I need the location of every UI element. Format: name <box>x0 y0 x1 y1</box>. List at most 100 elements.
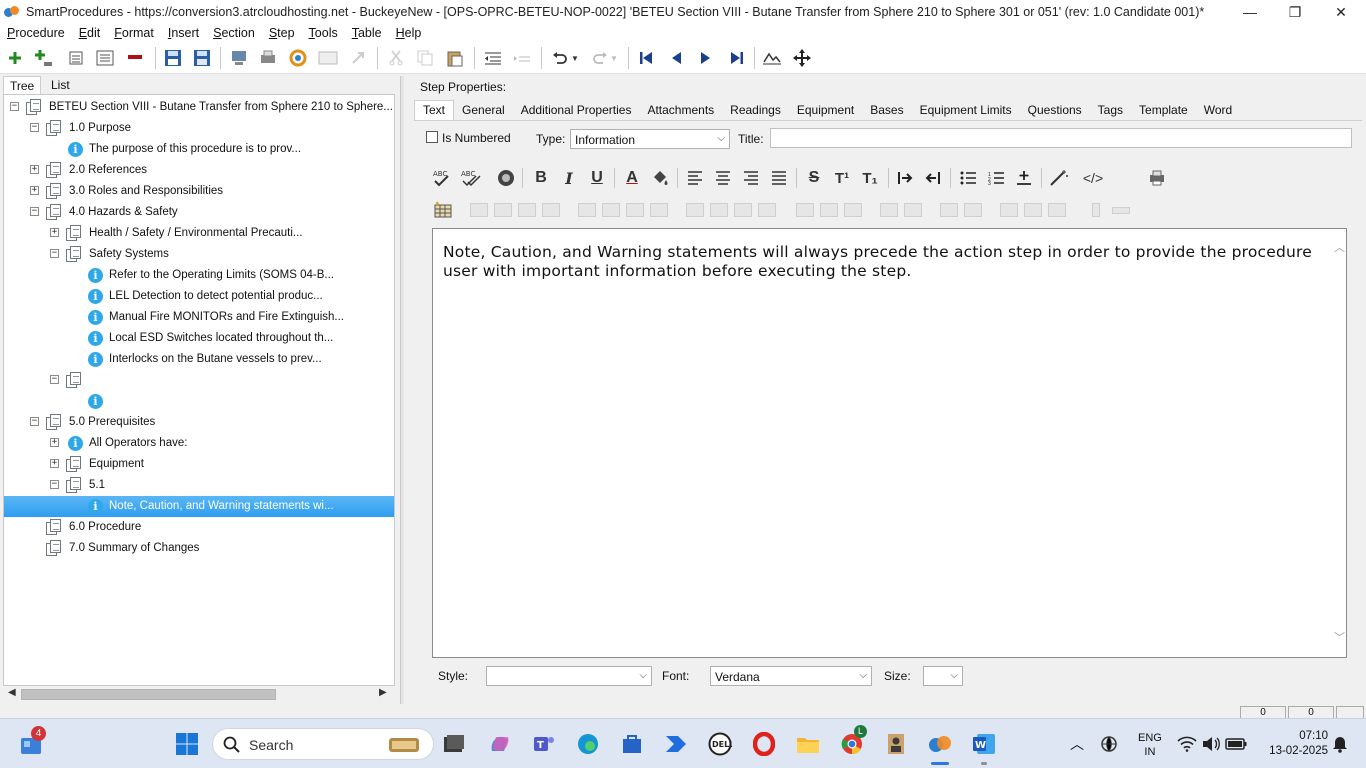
font-select[interactable]: Verdana ⌵ <box>710 666 872 686</box>
scroll-down-icon[interactable]: ﹀ <box>1334 629 1345 645</box>
title-input[interactable] <box>770 128 1352 148</box>
subscript-button[interactable]: T₁ <box>859 167 881 189</box>
language-indicator[interactable]: ENG IN <box>1138 731 1162 759</box>
show-hidden-icons-button[interactable]: ︿ <box>1067 731 1087 757</box>
clock[interactable]: 07:10 13-02-2025 <box>1254 729 1328 759</box>
tree-node[interactable]: − BETEU Section VIII - Butane Transfer f… <box>4 97 394 118</box>
start-button[interactable] <box>174 731 200 757</box>
menu-edit[interactable]: Edit <box>72 26 108 40</box>
menu-step[interactable]: Step <box>262 26 302 40</box>
taskbar-app-store[interactable] <box>619 731 645 757</box>
taskbar-app-copilot[interactable] <box>487 731 513 757</box>
taskbar-app-powerautomate[interactable] <box>663 731 689 757</box>
save-button[interactable] <box>192 48 212 68</box>
paste-button[interactable] <box>445 48 465 68</box>
tree-node[interactable]: + Equipment <box>4 454 394 475</box>
notifications-button[interactable] <box>1330 731 1350 757</box>
taskbar-app-smartprocedures[interactable] <box>927 731 953 765</box>
export-button[interactable] <box>229 48 249 68</box>
first-step-button[interactable] <box>636 48 656 68</box>
add-step-button[interactable] <box>5 48 25 68</box>
tree-node[interactable]: + i All Operators have: <box>4 433 394 454</box>
tab-general[interactable]: General <box>454 100 513 120</box>
outline-button[interactable] <box>95 48 115 68</box>
taskbar-app-edge[interactable] <box>575 731 601 757</box>
taskbar-app-terminal[interactable] <box>441 731 467 757</box>
tree-node[interactable]: − 5.1 <box>4 475 394 496</box>
tree-node[interactable]: 6.0 Procedure <box>4 517 394 538</box>
tree-node[interactable]: i The purpose of this procedure is to pr… <box>4 139 394 160</box>
reader-button[interactable] <box>762 48 782 68</box>
scroll-left-icon[interactable]: ◀ <box>8 687 16 698</box>
step-text-editor[interactable]: Note, Caution, and Warning statements wi… <box>432 228 1347 658</box>
taskbar-app-teams[interactable]: T <box>531 731 557 757</box>
tree-node[interactable]: − <box>4 370 394 391</box>
undo-button[interactable] <box>550 48 570 68</box>
strikethrough-button[interactable]: S <box>803 167 825 189</box>
tab-readings[interactable]: Readings <box>722 100 789 120</box>
highlight-button[interactable] <box>649 167 671 189</box>
numbered-list-button[interactable]: 123 <box>985 167 1007 189</box>
collapse-icon[interactable]: − <box>10 102 19 111</box>
align-right-button[interactable] <box>740 167 762 189</box>
collapse-icon[interactable]: − <box>50 480 59 489</box>
magic-format-button[interactable] <box>1048 167 1070 189</box>
copy-button[interactable] <box>415 48 435 68</box>
menu-tools[interactable]: Tools <box>302 26 345 40</box>
menu-help[interactable]: Help <box>389 26 429 40</box>
bullet-list-button[interactable] <box>957 167 979 189</box>
print-text-button[interactable] <box>1146 167 1168 189</box>
wifi-button[interactable] <box>1176 731 1198 757</box>
restore-button[interactable]: ❐ <box>1272 0 1318 24</box>
close-button[interactable]: ✕ <box>1318 0 1364 24</box>
taskbar-app-word[interactable]: W <box>971 731 997 765</box>
underline-button[interactable]: U <box>586 167 608 189</box>
collapse-icon[interactable]: − <box>50 375 59 384</box>
tree-node[interactable]: i Refer to the Operating Limits (SOMS 04… <box>4 265 394 286</box>
align-left-button[interactable] <box>684 167 706 189</box>
align-center-button[interactable] <box>712 167 734 189</box>
procedure-tree[interactable]: − BETEU Section VIII - Butane Transfer f… <box>3 94 395 686</box>
expand-icon[interactable]: + <box>50 228 59 237</box>
taskbar-app-chrome[interactable]: L <box>839 725 867 757</box>
battery-button[interactable] <box>1224 731 1248 757</box>
tab-template[interactable]: Template <box>1131 100 1196 120</box>
tree-node[interactable]: + 3.0 Roles and Responsibilities <box>4 181 394 202</box>
expand-icon[interactable]: + <box>50 459 59 468</box>
scrollbar-thumb[interactable] <box>21 689 276 700</box>
tree-node[interactable]: i LEL Detection to detect potential prod… <box>4 286 394 307</box>
taskbar-app-opera[interactable] <box>751 731 777 757</box>
cut-button[interactable] <box>386 48 406 68</box>
tree-node[interactable]: − Safety Systems <box>4 244 394 265</box>
taskbar-app-dell[interactable]: DELL <box>707 731 733 757</box>
taskbar-app-remote[interactable] <box>883 731 909 757</box>
html-source-button[interactable]: </> <box>1082 167 1104 189</box>
menu-format[interactable]: Format <box>107 26 161 40</box>
print-button[interactable] <box>258 48 278 68</box>
justify-button[interactable] <box>768 167 790 189</box>
tree-node[interactable]: − 1.0 Purpose <box>4 118 394 139</box>
tab-questions[interactable]: Questions <box>1020 100 1090 120</box>
tree-node[interactable]: − 5.0 Prerequisites <box>4 412 394 433</box>
volume-button[interactable] <box>1200 731 1222 757</box>
tab-word[interactable]: Word <box>1196 100 1240 120</box>
decrease-indent-button[interactable] <box>922 167 944 189</box>
tree-horizontal-scrollbar[interactable]: ◀ ▶ <box>3 686 395 703</box>
italic-button[interactable]: I <box>558 167 580 189</box>
tab-equipment-limits[interactable]: Equipment Limits <box>912 100 1020 120</box>
tab-bases[interactable]: Bases <box>862 100 911 120</box>
tab-additional-properties[interactable]: Additional Properties <box>513 100 640 120</box>
undo-dropdown[interactable]: ▼ <box>568 48 582 68</box>
indent-button[interactable] <box>512 48 532 68</box>
tree-node[interactable]: 7.0 Summary of Changes <box>4 538 394 559</box>
tab-equipment[interactable]: Equipment <box>789 100 862 120</box>
tree-node-selected[interactable]: i Note, Caution, and Warning statements … <box>4 496 394 517</box>
tree-node[interactable]: i <box>4 391 394 412</box>
indent-list-button[interactable] <box>66 48 86 68</box>
tab-tags[interactable]: Tags <box>1090 100 1131 120</box>
tree-node[interactable]: + Health / Safety / Environmental Precau… <box>4 223 394 244</box>
menu-section[interactable]: Section <box>206 26 262 40</box>
next-step-button[interactable] <box>696 48 716 68</box>
form-button[interactable] <box>318 48 338 68</box>
expand-icon[interactable]: + <box>50 438 59 447</box>
